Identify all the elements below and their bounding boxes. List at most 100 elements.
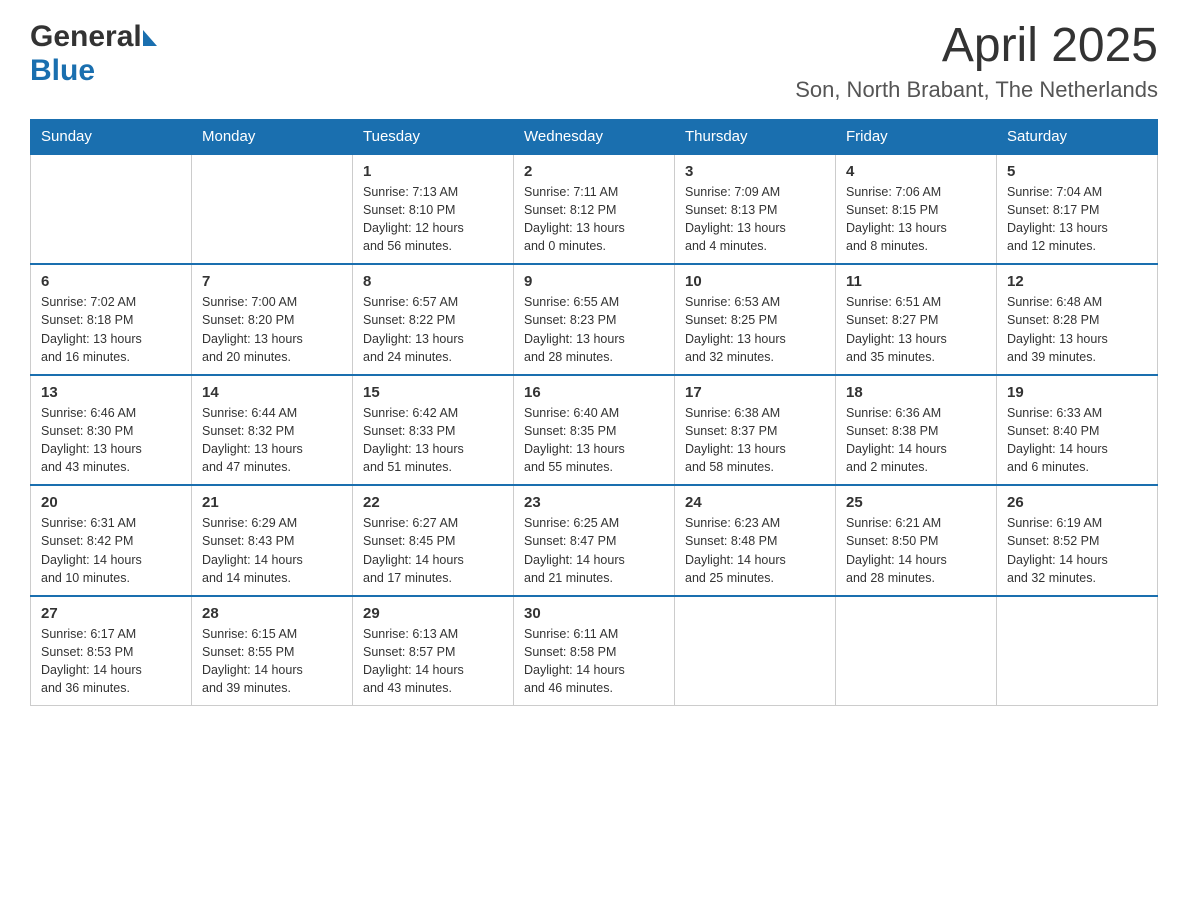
day-info: Sunrise: 6:17 AM Sunset: 8:53 PM Dayligh… [41, 625, 181, 698]
logo-arrow-icon [143, 30, 157, 46]
calendar-cell: 7Sunrise: 7:00 AM Sunset: 8:20 PM Daylig… [192, 264, 353, 375]
day-number: 26 [1007, 494, 1147, 511]
day-info: Sunrise: 6:19 AM Sunset: 8:52 PM Dayligh… [1007, 514, 1147, 587]
day-number: 22 [363, 494, 503, 511]
calendar-cell: 22 Sunrise: 6:27 AM Sunset: 8:45 PM Dayli… [353, 485, 514, 596]
calendar-cell [31, 154, 192, 265]
day-info: Sunrise: 6:33 AM Sunset: 8:40 PM Dayligh… [1007, 404, 1147, 477]
day-info: Sunrise: 6:15 AM Sunset: 8:55 PM Dayligh… [202, 625, 342, 698]
day-info: Sunrise: 6:13 AM Sunset: 8:57 PM Dayligh… [363, 625, 503, 698]
day-number: 27 [41, 605, 181, 622]
day-number: 16 [524, 384, 664, 401]
calendar-cell: 15 Sunrise: 6:42 AM Sunset: 8:33 PM Dayli… [353, 375, 514, 486]
calendar-cell: 2 Sunrise: 7:11 AM Sunset: 8:12 PM Daylig… [514, 154, 675, 265]
logo: General Blue [30, 20, 157, 88]
calendar-header-saturday: Saturday [997, 119, 1158, 154]
day-number: 30 [524, 605, 664, 622]
day-number: 5 [1007, 163, 1147, 180]
day-info: Sunrise: 6:27 AM Sunset: 8:45 PM Dayligh… [363, 514, 503, 587]
logo-general-text: General [30, 20, 142, 54]
day-number: 23 [524, 494, 664, 511]
day-number: 13 [41, 384, 181, 401]
day-info: Sunrise: 6:21 AM Sunset: 8:50 PM Dayligh… [846, 514, 986, 587]
day-number: 3 [685, 163, 825, 180]
calendar-cell: 4 Sunrise: 7:06 AM Sunset: 8:15 PM Daylig… [836, 154, 997, 265]
day-number: 2 [524, 163, 664, 180]
day-number: 17 [685, 384, 825, 401]
calendar-cell: 3 Sunrise: 7:09 AM Sunset: 8:13 PM Daylig… [675, 154, 836, 265]
calendar-cell: 21Sunrise: 6:29 AM Sunset: 8:43 PM Dayli… [192, 485, 353, 596]
day-info: Sunrise: 7:02 AM Sunset: 8:18 PM Dayligh… [41, 293, 181, 366]
calendar-cell [836, 596, 997, 706]
calendar-cell: 25 Sunrise: 6:21 AM Sunset: 8:50 PM Dayli… [836, 485, 997, 596]
day-number: 25 [846, 494, 986, 511]
calendar-subtitle: Son, North Brabant, The Netherlands [795, 77, 1158, 103]
calendar-cell: 13 Sunrise: 6:46 AM Sunset: 8:30 PM Dayli… [31, 375, 192, 486]
day-number: 1 [363, 163, 503, 180]
calendar-cell: 18 Sunrise: 6:36 AM Sunset: 8:38 PM Dayli… [836, 375, 997, 486]
day-number: 19 [1007, 384, 1147, 401]
day-info: Sunrise: 7:13 AM Sunset: 8:10 PM Dayligh… [363, 183, 503, 256]
day-number: 6 [41, 273, 181, 290]
day-info: Sunrise: 6:29 AM Sunset: 8:43 PM Dayligh… [202, 514, 342, 587]
day-info: Sunrise: 6:11 AM Sunset: 8:58 PM Dayligh… [524, 625, 664, 698]
day-info: Sunrise: 6:38 AM Sunset: 8:37 PM Dayligh… [685, 404, 825, 477]
day-number: 15 [363, 384, 503, 401]
calendar-title: April 2025 [795, 20, 1158, 73]
calendar-header-thursday: Thursday [675, 119, 836, 154]
day-number: 24 [685, 494, 825, 511]
calendar-header-row: SundayMondayTuesdayWednesdayThursdayFrid… [31, 119, 1158, 154]
day-number: 28 [202, 605, 342, 622]
page-header: General Blue April 2025 Son, North Braba… [30, 20, 1158, 103]
calendar-cell: 17 Sunrise: 6:38 AM Sunset: 8:37 PM Dayli… [675, 375, 836, 486]
calendar-cell: 20 Sunrise: 6:31 AM Sunset: 8:42 PM Dayli… [31, 485, 192, 596]
calendar-cell: 14Sunrise: 6:44 AM Sunset: 8:32 PM Dayli… [192, 375, 353, 486]
day-number: 18 [846, 384, 986, 401]
calendar-cell: 26 Sunrise: 6:19 AM Sunset: 8:52 PM Dayli… [997, 485, 1158, 596]
calendar-header-friday: Friday [836, 119, 997, 154]
day-number: 12 [1007, 273, 1147, 290]
day-info: Sunrise: 6:40 AM Sunset: 8:35 PM Dayligh… [524, 404, 664, 477]
calendar-cell: 29 Sunrise: 6:13 AM Sunset: 8:57 PM Dayli… [353, 596, 514, 706]
calendar-week-row: 6 Sunrise: 7:02 AM Sunset: 8:18 PM Daylig… [31, 264, 1158, 375]
calendar-week-row: 1 Sunrise: 7:13 AM Sunset: 8:10 PM Daylig… [31, 154, 1158, 265]
day-number: 9 [524, 273, 664, 290]
calendar-cell: 16 Sunrise: 6:40 AM Sunset: 8:35 PM Dayli… [514, 375, 675, 486]
calendar-cell [997, 596, 1158, 706]
calendar-table: SundayMondayTuesdayWednesdayThursdayFrid… [30, 119, 1158, 707]
calendar-cell [192, 154, 353, 265]
calendar-week-row: 13 Sunrise: 6:46 AM Sunset: 8:30 PM Dayli… [31, 375, 1158, 486]
calendar-cell [675, 596, 836, 706]
day-info: Sunrise: 7:11 AM Sunset: 8:12 PM Dayligh… [524, 183, 664, 256]
calendar-cell: 8Sunrise: 6:57 AM Sunset: 8:22 PM Daylig… [353, 264, 514, 375]
calendar-cell: 23 Sunrise: 6:25 AM Sunset: 8:47 PM Dayli… [514, 485, 675, 596]
day-number: 11 [846, 273, 986, 290]
day-info: Sunrise: 6:57 AM Sunset: 8:22 PM Dayligh… [363, 293, 503, 366]
day-number: 29 [363, 605, 503, 622]
calendar-cell: 10Sunrise: 6:53 AM Sunset: 8:25 PM Dayli… [675, 264, 836, 375]
day-info: Sunrise: 7:09 AM Sunset: 8:13 PM Dayligh… [685, 183, 825, 256]
day-number: 14 [202, 384, 342, 401]
day-info: Sunrise: 7:00 AM Sunset: 8:20 PM Dayligh… [202, 293, 342, 366]
calendar-header-sunday: Sunday [31, 119, 192, 154]
title-section: April 2025 Son, North Brabant, The Nethe… [795, 20, 1158, 103]
calendar-cell: 1 Sunrise: 7:13 AM Sunset: 8:10 PM Daylig… [353, 154, 514, 265]
calendar-cell: 11 Sunrise: 6:51 AM Sunset: 8:27 PM Dayli… [836, 264, 997, 375]
calendar-cell: 30 Sunrise: 6:11 AM Sunset: 8:58 PM Dayli… [514, 596, 675, 706]
day-info: Sunrise: 7:06 AM Sunset: 8:15 PM Dayligh… [846, 183, 986, 256]
day-info: Sunrise: 6:46 AM Sunset: 8:30 PM Dayligh… [41, 404, 181, 477]
calendar-week-row: 27 Sunrise: 6:17 AM Sunset: 8:53 PM Dayli… [31, 596, 1158, 706]
calendar-header-wednesday: Wednesday [514, 119, 675, 154]
day-info: Sunrise: 6:36 AM Sunset: 8:38 PM Dayligh… [846, 404, 986, 477]
day-info: Sunrise: 6:51 AM Sunset: 8:27 PM Dayligh… [846, 293, 986, 366]
calendar-cell: 24Sunrise: 6:23 AM Sunset: 8:48 PM Dayli… [675, 485, 836, 596]
calendar-cell: 28 Sunrise: 6:15 AM Sunset: 8:55 PM Dayli… [192, 596, 353, 706]
day-info: Sunrise: 6:25 AM Sunset: 8:47 PM Dayligh… [524, 514, 664, 587]
day-number: 4 [846, 163, 986, 180]
day-number: 10 [685, 273, 825, 290]
day-info: Sunrise: 6:42 AM Sunset: 8:33 PM Dayligh… [363, 404, 503, 477]
day-info: Sunrise: 6:31 AM Sunset: 8:42 PM Dayligh… [41, 514, 181, 587]
calendar-cell: 9Sunrise: 6:55 AM Sunset: 8:23 PM Daylig… [514, 264, 675, 375]
calendar-cell: 27 Sunrise: 6:17 AM Sunset: 8:53 PM Dayli… [31, 596, 192, 706]
day-number: 20 [41, 494, 181, 511]
